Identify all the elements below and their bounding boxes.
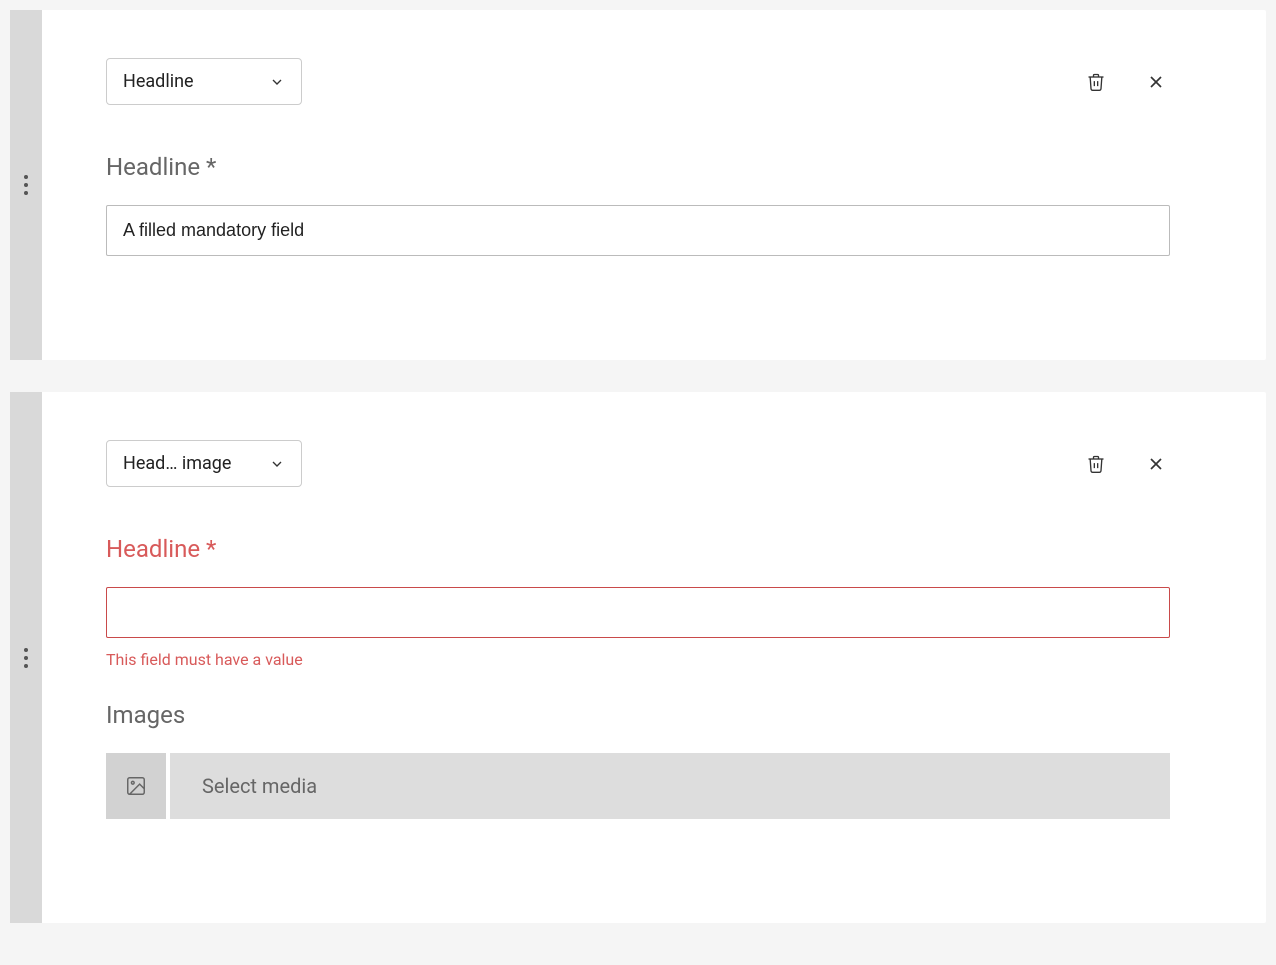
headline-field-label: Headline * — [106, 153, 1170, 181]
drag-handle[interactable] — [10, 392, 42, 923]
drag-dots-icon — [24, 175, 28, 195]
drag-handle[interactable] — [10, 10, 42, 360]
delete-button[interactable] — [1082, 450, 1110, 478]
block-type-select[interactable]: Head… image — [106, 440, 302, 487]
content-block: Headline — [10, 10, 1266, 360]
media-icon-box — [106, 753, 170, 819]
chevron-down-icon — [269, 74, 285, 90]
images-section-label: Images — [106, 701, 1170, 729]
drag-dots-icon — [24, 648, 28, 668]
block-type-select[interactable]: Headline — [106, 58, 302, 105]
media-picker[interactable]: Select media — [106, 753, 1170, 819]
close-button[interactable] — [1142, 68, 1170, 96]
block-type-label: Head… image — [123, 453, 231, 474]
trash-icon — [1086, 72, 1106, 92]
block-actions — [1082, 450, 1170, 478]
close-icon — [1146, 454, 1166, 474]
block-actions — [1082, 68, 1170, 96]
media-picker-label: Select media — [170, 753, 1170, 819]
close-icon — [1146, 72, 1166, 92]
block-header: Head… image — [106, 440, 1170, 487]
headline-input[interactable] — [106, 587, 1170, 638]
delete-button[interactable] — [1082, 68, 1110, 96]
close-button[interactable] — [1142, 450, 1170, 478]
block-body: Head… image — [42, 392, 1266, 923]
headline-field-label: Headline * — [106, 535, 1170, 563]
headline-input[interactable] — [106, 205, 1170, 256]
headline-error-message: This field must have a value — [106, 650, 1170, 669]
content-block: Head… image — [10, 392, 1266, 923]
image-icon — [125, 775, 147, 797]
chevron-down-icon — [269, 456, 285, 472]
block-type-label: Headline — [123, 71, 194, 92]
block-body: Headline — [42, 10, 1266, 360]
block-header: Headline — [106, 58, 1170, 105]
trash-icon — [1086, 454, 1106, 474]
